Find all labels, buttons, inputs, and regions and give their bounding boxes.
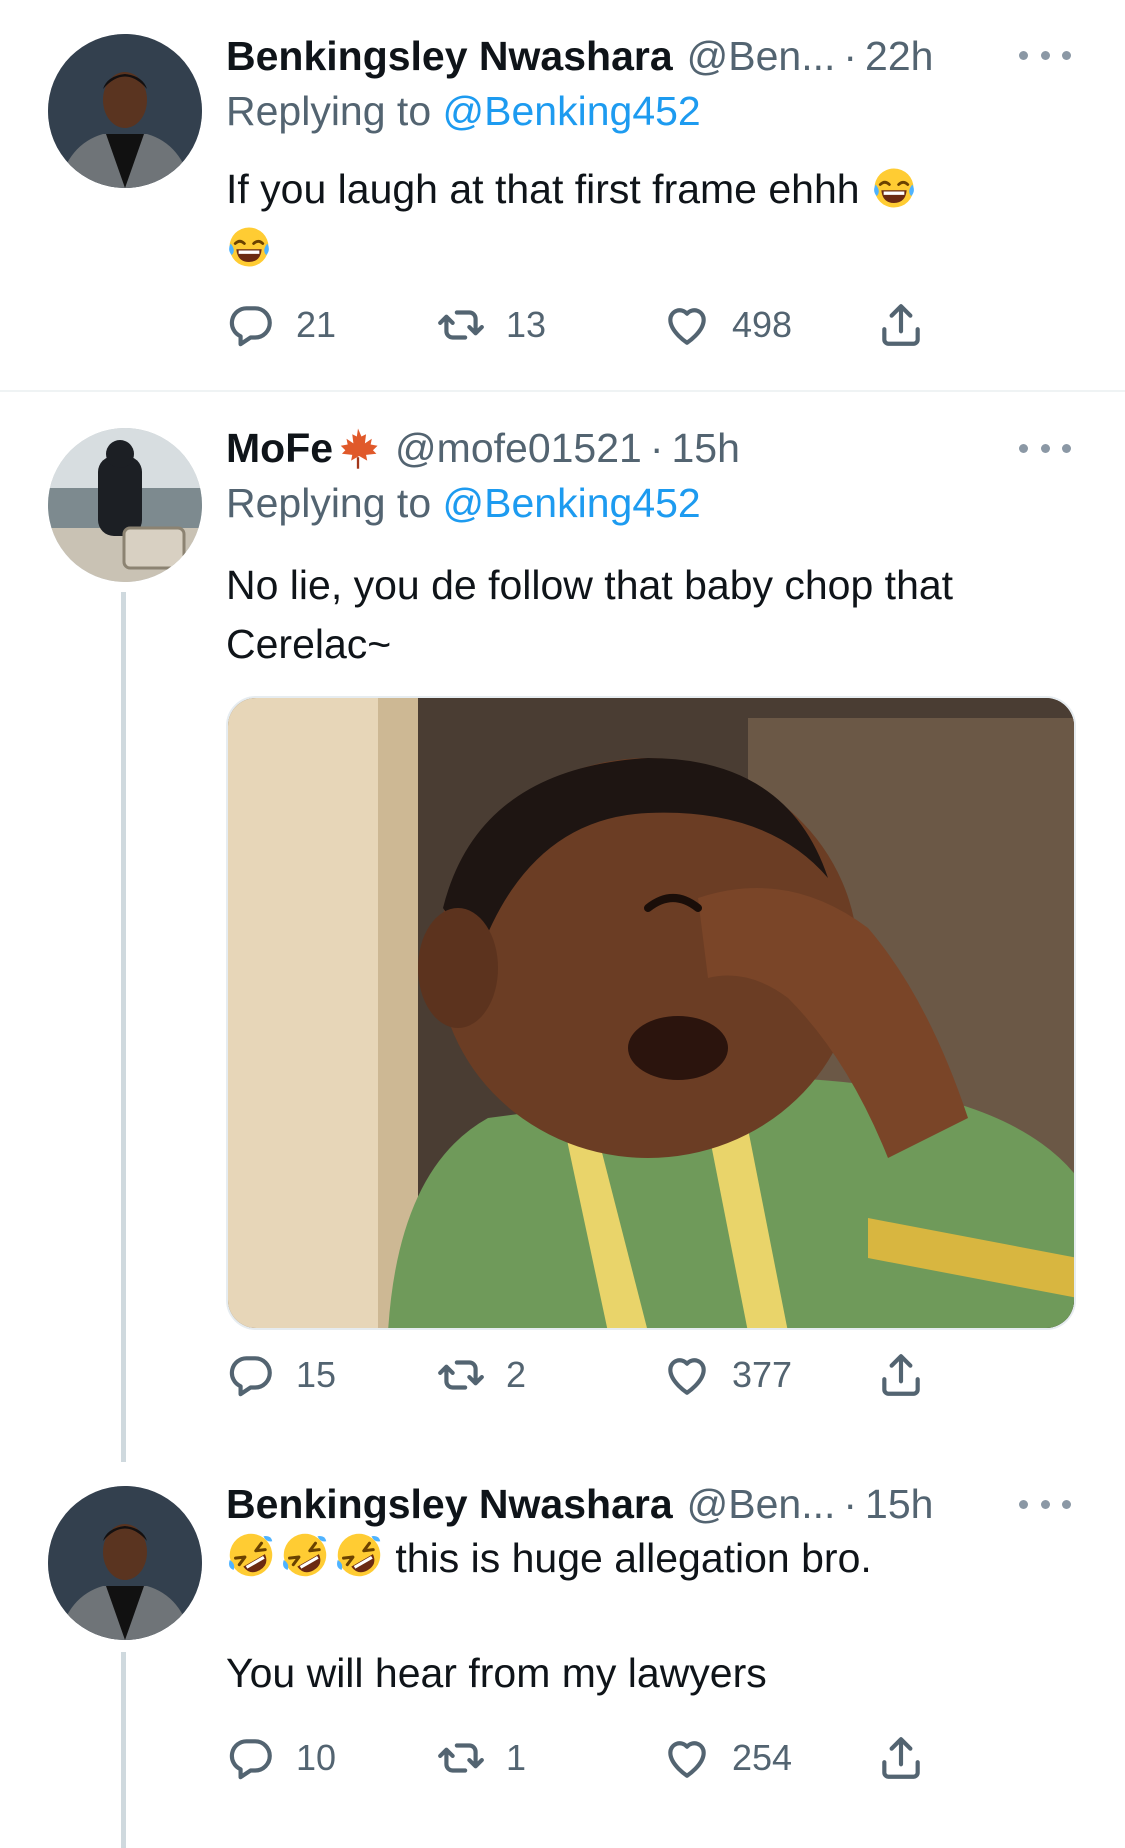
share-button[interactable]	[876, 1730, 926, 1786]
tweet-header: Benkingsley Nwashara @Ben... · 15h	[226, 1476, 1125, 1532]
reply-count: 21	[296, 304, 337, 345]
display-name[interactable]: Benkingsley Nwashara	[226, 33, 673, 80]
tweet-text: this is huge allegation bro.	[226, 1528, 1065, 1588]
rolling-on-floor-laughing-icon	[334, 1530, 384, 1580]
reply-button[interactable]: 10	[226, 1730, 336, 1786]
photo-child-laughing	[228, 698, 1074, 1328]
share-icon	[876, 1733, 926, 1783]
display-name[interactable]: MoFe	[226, 425, 333, 472]
retweet-icon	[436, 1733, 486, 1783]
share-icon	[876, 1350, 926, 1400]
display-name[interactable]: Benkingsley Nwashara	[226, 1481, 673, 1528]
timestamp[interactable]: 15h	[865, 1481, 933, 1528]
like-button[interactable]: 254	[662, 1730, 792, 1786]
separator-dot: ·	[843, 32, 858, 79]
tweet-media-image[interactable]	[226, 696, 1076, 1330]
retweet-icon	[436, 1350, 486, 1400]
retweet-button[interactable]: 13	[436, 297, 546, 353]
retweet-button[interactable]: 2	[436, 1347, 526, 1403]
reply-icon	[226, 1733, 276, 1783]
like-icon	[662, 300, 712, 350]
user-handle[interactable]: @Ben...	[687, 33, 836, 80]
replying-to-mention[interactable]: @Benking452	[443, 480, 701, 526]
like-icon	[662, 1350, 712, 1400]
reply-count: 10	[296, 1737, 337, 1778]
separator-dot: ·	[843, 1480, 858, 1527]
replying-to: Replying to @Benking452	[226, 88, 701, 135]
face-with-tears-of-joy-icon	[871, 165, 917, 211]
thread-connector-line	[121, 1652, 126, 1848]
face-with-tears-of-joy-icon	[226, 224, 272, 270]
tweet-text-content: If you laugh at that first frame ehhh	[226, 166, 860, 212]
like-count: 377	[732, 1354, 793, 1395]
tweet-header: MoFe @mofe01521 · 15h	[226, 420, 1125, 476]
retweet-button[interactable]: 1	[436, 1730, 526, 1786]
retweet-count: 2	[506, 1354, 527, 1395]
like-count: 498	[732, 304, 793, 345]
maple-leaf-icon	[335, 425, 381, 471]
tweet-text-second-paragraph: You will hear from my lawyers	[226, 1644, 1065, 1703]
tweet-2[interactable]: MoFe @mofe01521 · 15h Replying to @Benki…	[0, 392, 1125, 1462]
rolling-on-floor-laughing-icon	[280, 1530, 330, 1580]
more-options-icon[interactable]	[1019, 45, 1071, 65]
like-button[interactable]: 377	[662, 1347, 792, 1403]
reply-button[interactable]: 21	[226, 297, 336, 353]
rolling-on-floor-laughing-icon	[226, 1530, 276, 1580]
timestamp[interactable]: 22h	[865, 33, 933, 80]
tweet-text-line-2: You will hear from my lawyers	[226, 1650, 767, 1696]
replying-to-label: Replying to	[226, 480, 432, 526]
replying-to: Replying to @Benking452	[226, 480, 701, 527]
reply-icon	[226, 1350, 276, 1400]
retweet-count: 13	[506, 304, 547, 345]
avatar[interactable]	[48, 34, 202, 188]
retweet-count: 1	[506, 1737, 527, 1778]
share-icon	[876, 300, 926, 350]
timestamp[interactable]: 15h	[671, 425, 739, 472]
like-button[interactable]: 498	[662, 297, 792, 353]
thread-connector-line	[121, 592, 126, 1462]
reply-count: 15	[296, 1354, 337, 1395]
tweet-header: Benkingsley Nwashara @Ben... · 22h	[226, 28, 1125, 84]
tweet-text: No lie, you de follow that baby chop tha…	[226, 556, 1065, 674]
avatar[interactable]	[48, 428, 202, 582]
share-button[interactable]	[876, 1347, 926, 1403]
tweet-3[interactable]: Benkingsley Nwashara @Ben... · 15h this …	[0, 1462, 1125, 1848]
tweet-text: If you laugh at that first frame ehhh	[226, 160, 1065, 278]
user-handle[interactable]: @mofe01521	[395, 425, 642, 472]
tweet-1[interactable]: Benkingsley Nwashara @Ben... · 22h Reply…	[0, 0, 1125, 390]
tweet-text-content: No lie, you de follow that baby chop tha…	[226, 562, 954, 667]
like-count: 254	[732, 1737, 793, 1778]
avatar[interactable]	[48, 1486, 202, 1640]
more-options-icon[interactable]	[1019, 1494, 1071, 1514]
more-options-icon[interactable]	[1019, 438, 1071, 458]
share-button[interactable]	[876, 297, 926, 353]
separator-dot: ·	[649, 424, 664, 471]
reply-icon	[226, 300, 276, 350]
retweet-icon	[436, 300, 486, 350]
replying-to-mention[interactable]: @Benking452	[443, 88, 701, 134]
user-handle[interactable]: @Ben...	[687, 1481, 836, 1528]
like-icon	[662, 1733, 712, 1783]
reply-button[interactable]: 15	[226, 1347, 336, 1403]
tweet-text-line-1: this is huge allegation bro.	[395, 1535, 872, 1581]
replying-to-label: Replying to	[226, 88, 432, 134]
